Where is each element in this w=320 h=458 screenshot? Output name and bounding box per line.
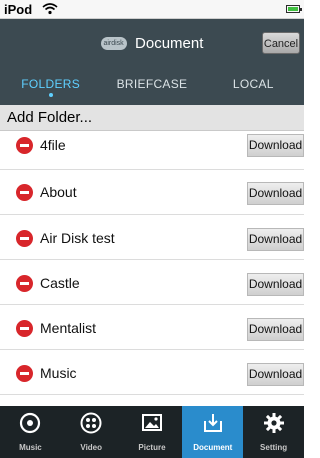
- tabbar-setting[interactable]: Setting: [243, 406, 304, 458]
- folder-name: Air Disk test: [40, 230, 115, 246]
- list-item[interactable]: About Download: [0, 170, 304, 215]
- tab-folders[interactable]: FOLDERS: [0, 73, 101, 105]
- tab-briefcase[interactable]: BRIEFCASE: [101, 73, 202, 105]
- picture-icon: [141, 414, 162, 431]
- title-wrap: airdisk Document: [0, 35, 304, 53]
- list-item[interactable]: Air Disk test Download: [0, 215, 304, 260]
- tabbar-picture-label: Picture: [138, 443, 166, 452]
- tab-briefcase-label: BRIEFCASE: [116, 77, 188, 91]
- folder-name: Mentalist: [40, 320, 97, 336]
- delete-icon[interactable]: [16, 137, 33, 154]
- folder-name: 4file: [40, 137, 66, 153]
- delete-icon[interactable]: [16, 184, 33, 201]
- gear-icon: [263, 413, 284, 433]
- tabbar-document-label: Document: [193, 443, 233, 452]
- airdisk-logo-icon: airdisk: [100, 37, 127, 51]
- list-item[interactable]: Castle Download: [0, 260, 304, 305]
- download-button[interactable]: Download: [247, 318, 304, 341]
- cancel-button[interactable]: Cancel: [262, 32, 300, 54]
- tabbar-picture[interactable]: Picture: [122, 406, 183, 458]
- document-icon: [203, 414, 222, 432]
- page-title: Document: [135, 35, 204, 53]
- music-icon: [20, 412, 41, 434]
- tabbar-music[interactable]: Music: [0, 406, 61, 458]
- battery-icon: [286, 5, 302, 13]
- carrier-label: iPod: [4, 2, 33, 17]
- tab-folders-label: FOLDERS: [21, 77, 81, 91]
- add-folder-label: Add Folder...: [7, 109, 93, 126]
- tabbar-document[interactable]: Document: [182, 406, 244, 458]
- active-tab-indicator: [48, 93, 53, 97]
- tabbar-video-label: Video: [80, 443, 103, 452]
- tabbar-setting-label: Setting: [260, 443, 288, 452]
- list-item[interactable]: Mentalist Download: [0, 305, 304, 350]
- folder-name: About: [40, 184, 77, 200]
- list-item[interactable]: Music Download: [0, 350, 304, 395]
- download-button[interactable]: Download: [247, 182, 304, 205]
- delete-icon[interactable]: [16, 275, 33, 292]
- bottom-tab-bar: Music Video Picture Document Setting: [0, 406, 304, 458]
- download-button[interactable]: Download: [247, 228, 304, 251]
- folder-name: Music: [40, 365, 77, 381]
- wifi-icon: [42, 3, 58, 15]
- tabbar-music-label: Music: [19, 443, 42, 452]
- delete-icon[interactable]: [16, 320, 33, 337]
- download-button[interactable]: Download: [247, 273, 304, 296]
- folder-name: Castle: [40, 275, 80, 291]
- status-bar: iPod: [0, 0, 304, 19]
- tab-local-label: LOCAL: [232, 77, 274, 91]
- tab-local[interactable]: LOCAL: [203, 73, 304, 105]
- list-item[interactable]: 4file Download: [0, 125, 304, 170]
- delete-icon[interactable]: [16, 365, 33, 382]
- segment-tabs: FOLDERS BRIEFCASE LOCAL: [0, 73, 304, 105]
- tabbar-video[interactable]: Video: [61, 406, 122, 458]
- download-button[interactable]: Download: [247, 134, 304, 157]
- header: airdisk Document Cancel FOLDERS BRIEFCAS…: [0, 19, 304, 105]
- download-button[interactable]: Download: [247, 363, 304, 386]
- delete-icon[interactable]: [16, 230, 33, 247]
- video-icon: [80, 412, 102, 434]
